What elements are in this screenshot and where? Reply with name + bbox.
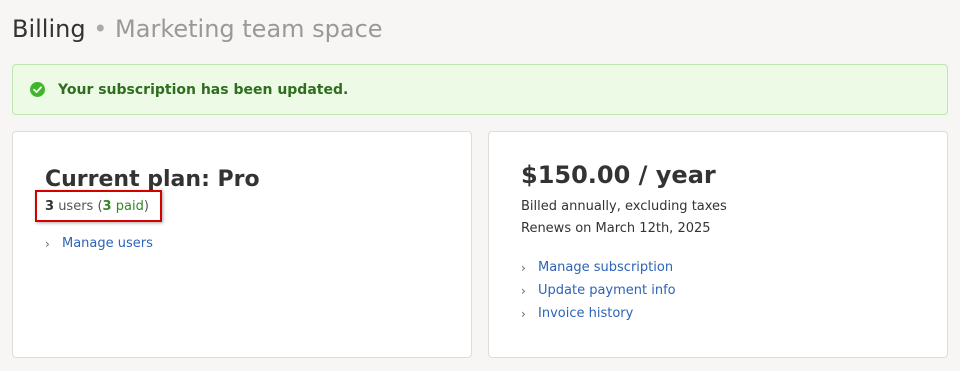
billing-note: Billed annually, excluding taxes <box>521 199 727 214</box>
current-plan-card: Current plan: Pro 3 users (3 paid) › Man… <box>12 131 472 358</box>
users-count: 3 <box>45 199 55 214</box>
update-payment-info-link[interactable]: Update payment info <box>538 282 676 300</box>
manage-users-link[interactable]: Manage users <box>62 235 153 253</box>
paid-count: 3 <box>102 199 112 214</box>
invoice-history-link[interactable]: Invoice history <box>538 305 633 323</box>
check-circle-icon <box>30 82 45 97</box>
alert-message: Your subscription has been updated. <box>58 82 349 98</box>
update-payment-link-row[interactable]: › Update payment info <box>521 282 676 300</box>
manage-users-link-row[interactable]: › Manage users <box>45 235 153 253</box>
renewal-note: Renews on March 12th, 2025 <box>521 221 711 236</box>
chevron-right-icon: › <box>521 261 526 275</box>
chevron-right-icon: › <box>521 307 526 321</box>
chevron-right-icon: › <box>521 284 526 298</box>
page-title: Billing <box>12 15 86 43</box>
invoice-history-link-row[interactable]: › Invoice history <box>521 305 633 323</box>
space-name: Marketing team space <box>115 15 383 43</box>
plan-price: $150.00 / year <box>521 161 716 189</box>
title-separator: • <box>93 15 108 43</box>
page-header: Billing • Marketing team space <box>12 14 383 44</box>
users-summary: 3 users (3 paid) <box>45 199 149 214</box>
users-word: users <box>58 199 94 214</box>
success-alert: Your subscription has been updated. <box>12 64 948 115</box>
paid-word: paid <box>115 199 144 214</box>
chevron-right-icon: › <box>45 237 50 251</box>
billing-summary-card: $150.00 / year Billed annually, excludin… <box>488 131 948 358</box>
manage-subscription-link[interactable]: Manage subscription <box>538 259 673 277</box>
manage-subscription-link-row[interactable]: › Manage subscription <box>521 259 673 277</box>
